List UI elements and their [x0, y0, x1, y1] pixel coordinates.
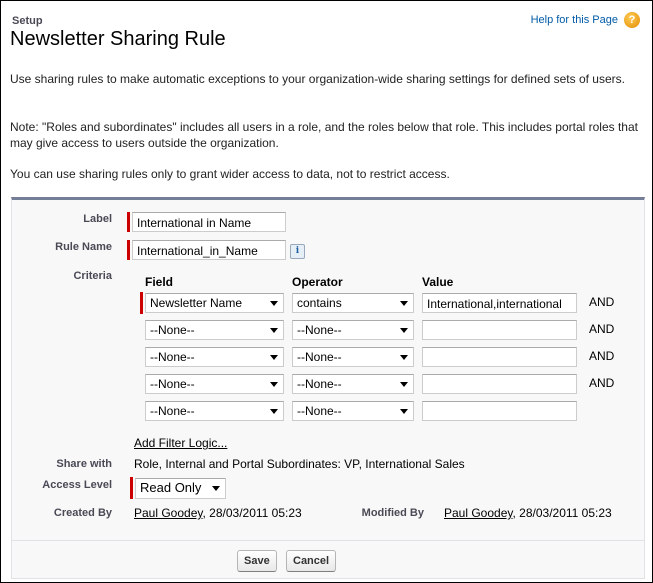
criteria-field-header: Field	[145, 275, 174, 289]
criteria-operator-value: contains	[297, 296, 342, 310]
intro-paragraph-2: Note: "Roles and subordinates" includes …	[10, 120, 638, 150]
cancel-button[interactable]: Cancel	[286, 550, 337, 572]
criteria-field-value: --None--	[150, 404, 195, 418]
criteria-label: Criteria	[73, 270, 112, 282]
intro-paragraph-1: Use sharing rules to make automatic exce…	[10, 72, 625, 86]
criteria-value-input-3[interactable]	[422, 347, 577, 367]
criteria-operator-value: --None--	[297, 323, 342, 337]
modified-by-value: Paul Goodey, 28/03/2011 05:23	[444, 506, 612, 520]
chevron-down-icon	[270, 355, 278, 360]
page-frame: Setup Newsletter Sharing Rule Help for t…	[0, 0, 653, 583]
info-icon[interactable]: i	[290, 244, 305, 259]
breadcrumb: Setup	[12, 15, 43, 27]
required-indicator	[140, 292, 143, 314]
chevron-down-icon	[270, 301, 278, 306]
criteria-value-input-1[interactable]: International,international	[422, 293, 577, 313]
chevron-down-icon	[212, 486, 220, 491]
criteria-value-header: Value	[422, 275, 454, 289]
criteria-field-value: Newsletter Name	[150, 296, 243, 310]
criteria-field-select-3[interactable]: --None--	[145, 347, 284, 367]
help-link[interactable]: Help for this Page ?	[531, 12, 640, 28]
chevron-down-icon	[270, 382, 278, 387]
criteria-value-input-2[interactable]	[422, 320, 577, 340]
form-divider	[12, 540, 644, 541]
criteria-field-select-1[interactable]: Newsletter Name	[145, 293, 284, 313]
save-button[interactable]: Save	[237, 550, 277, 572]
criteria-conjunction: AND	[589, 322, 615, 336]
criteria-field-value: --None--	[150, 323, 195, 337]
required-indicator	[127, 240, 130, 260]
help-link-label[interactable]: Help for this Page	[531, 14, 618, 26]
add-filter-logic-link[interactable]: Add Filter Logic...	[134, 436, 227, 450]
criteria-conjunction: AND	[589, 376, 615, 390]
access-level-value: Read Only	[140, 480, 202, 495]
chevron-down-icon	[270, 409, 278, 414]
modified-by-date: , 28/03/2011 05:23	[512, 506, 612, 520]
page-title: Newsletter Sharing Rule	[10, 28, 226, 50]
created-by-date: , 28/03/2011 05:23	[202, 506, 302, 520]
required-indicator	[127, 212, 130, 232]
share-with-label: Share with	[56, 458, 112, 470]
criteria-field-select-2[interactable]: --None--	[145, 320, 284, 340]
criteria-operator-value: --None--	[297, 377, 342, 391]
access-level-select[interactable]: Read Only	[135, 478, 226, 499]
intro-paragraph-3: You can use sharing rules only to grant …	[10, 167, 450, 181]
chevron-down-icon	[400, 328, 408, 333]
criteria-operator-select-3[interactable]: --None--	[292, 347, 414, 367]
criteria-value-input-4[interactable]	[422, 374, 577, 394]
criteria-value-input-5[interactable]	[422, 401, 577, 421]
share-with-value: Role, Internal and Portal Subordinates: …	[134, 457, 465, 471]
criteria-conjunction: AND	[589, 349, 615, 363]
chevron-down-icon	[400, 301, 408, 306]
rule-name-label: Rule Name	[55, 241, 112, 253]
question-mark-icon[interactable]: ?	[624, 12, 640, 28]
created-by-user-link[interactable]: Paul Goodey	[134, 506, 203, 520]
criteria-operator-header: Operator	[292, 275, 343, 289]
criteria-operator-select-2[interactable]: --None--	[292, 320, 414, 340]
chevron-down-icon	[400, 409, 408, 414]
criteria-field-select-5[interactable]: --None--	[145, 401, 284, 421]
created-by-label: Created By	[53, 507, 112, 519]
criteria-operator-select-5[interactable]: --None--	[292, 401, 414, 421]
criteria-conjunction: AND	[589, 295, 615, 309]
modified-by-user-link[interactable]: Paul Goodey	[444, 506, 513, 520]
rule-name-input[interactable]: International_in_Name	[132, 240, 286, 260]
created-by-value: Paul Goodey, 28/03/2011 05:23	[134, 506, 302, 520]
label-field-label: Label	[83, 213, 112, 225]
criteria-field-select-4[interactable]: --None--	[145, 374, 284, 394]
criteria-field-value: --None--	[150, 350, 195, 364]
label-input[interactable]: International in Name	[132, 212, 286, 232]
required-indicator	[130, 477, 133, 499]
criteria-operator-value: --None--	[297, 350, 342, 364]
modified-by-label: Modified By	[361, 507, 424, 519]
chevron-down-icon	[270, 328, 278, 333]
chevron-down-icon	[400, 382, 408, 387]
chevron-down-icon	[400, 355, 408, 360]
criteria-field-value: --None--	[150, 377, 195, 391]
criteria-operator-select-1[interactable]: contains	[292, 293, 414, 313]
criteria-operator-select-4[interactable]: --None--	[292, 374, 414, 394]
sharing-rule-form: Label International in Name Rule Name In…	[11, 197, 645, 579]
access-level-label: Access Level	[42, 479, 112, 491]
criteria-operator-value: --None--	[297, 404, 342, 418]
